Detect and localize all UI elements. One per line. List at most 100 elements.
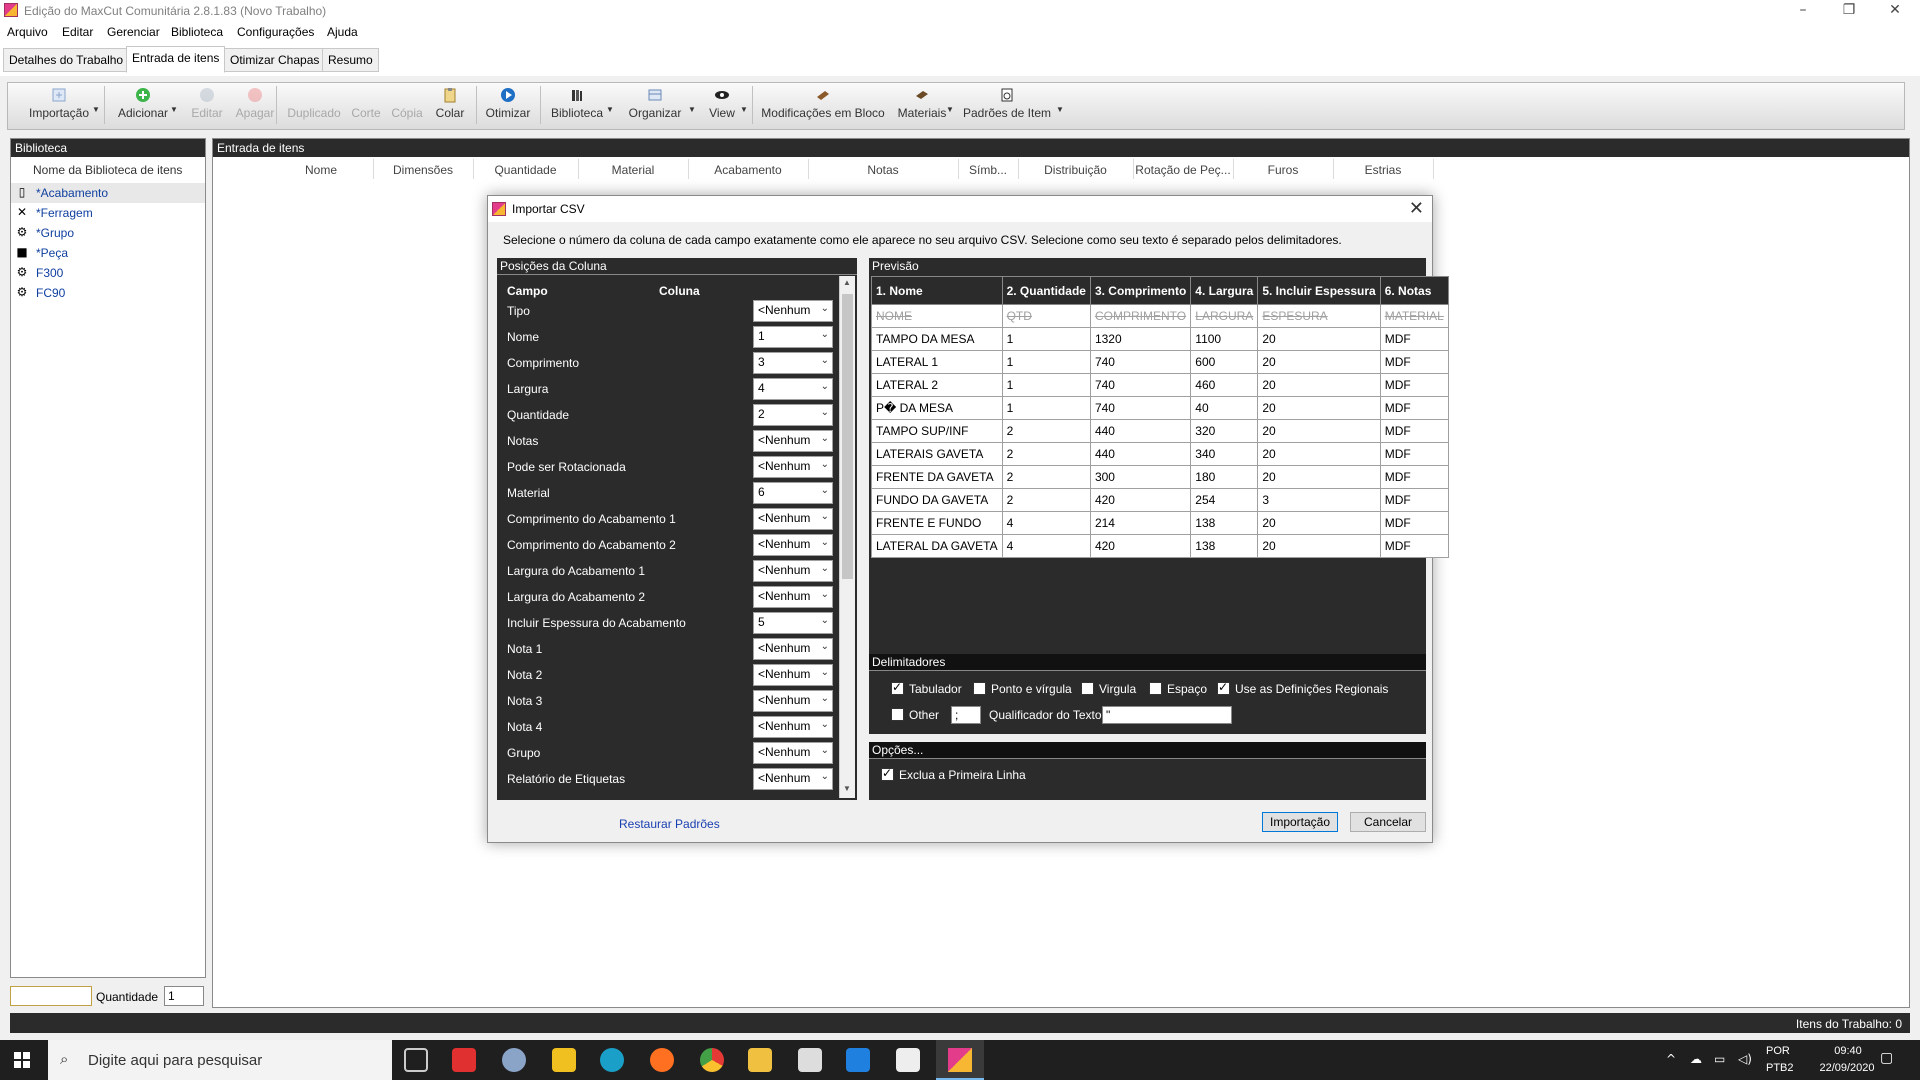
app-gear-icon[interactable] xyxy=(502,1048,526,1072)
column-select[interactable]: <Nenhum ⌄ xyxy=(753,300,833,322)
task-view-icon[interactable] xyxy=(404,1048,428,1072)
column-header-notes[interactable]: Notas xyxy=(808,163,958,177)
menu-arquivo[interactable]: Arquivo xyxy=(7,25,48,39)
column-select[interactable]: <Nenhum ⌄ xyxy=(753,508,833,530)
column-header-material[interactable]: Material xyxy=(578,163,688,177)
copy-button[interactable]: Cópia xyxy=(386,85,428,127)
import-button[interactable]: Importação xyxy=(18,85,100,127)
restore-defaults-link[interactable]: Restaurar Padrões xyxy=(619,817,720,831)
library-button[interactable]: Biblioteca xyxy=(544,85,610,127)
materials-dropdown-caret[interactable]: ▼ xyxy=(946,105,954,114)
file-explorer-icon[interactable] xyxy=(748,1048,772,1072)
regional-settings-checkbox[interactable] xyxy=(1217,680,1230,695)
column-select[interactable]: 5 ⌄ xyxy=(753,612,833,634)
column-select[interactable]: <Nenhum ⌄ xyxy=(753,638,833,660)
store-icon[interactable] xyxy=(798,1048,822,1072)
library-dropdown-caret[interactable]: ▼ xyxy=(606,105,614,114)
menu-configuracoes[interactable]: Configurações xyxy=(237,25,314,39)
other-delimiter-input[interactable]: ; xyxy=(951,706,981,724)
chrome-icon[interactable] xyxy=(700,1048,724,1072)
menu-biblioteca[interactable]: Biblioteca xyxy=(171,25,223,39)
cloud-icon[interactable]: ☁ xyxy=(1690,1052,1702,1066)
item-defaults-dropdown-caret[interactable]: ▼ xyxy=(1056,105,1064,114)
add-dropdown-caret[interactable]: ▼ xyxy=(170,105,178,114)
tab-delimiter-checkbox[interactable] xyxy=(891,680,904,695)
dialog-close-button[interactable]: ✕ xyxy=(1409,198,1424,219)
materials-button[interactable]: Materiais xyxy=(892,85,952,127)
view-dropdown-caret[interactable]: ▼ xyxy=(740,105,748,114)
paste-button[interactable]: Colar xyxy=(428,85,472,127)
volume-icon[interactable]: ◁) xyxy=(1738,1052,1752,1066)
column-select[interactable]: <Nenhum ⌄ xyxy=(753,430,833,452)
clock-date[interactable]: 22/09/2020 xyxy=(1812,1062,1882,1074)
keyboard-layout[interactable]: PTB2 xyxy=(1766,1062,1794,1074)
notifications-icon[interactable]: ▢ xyxy=(1880,1050,1893,1066)
network-icon[interactable]: ▭ xyxy=(1714,1052,1725,1066)
organize-dropdown-caret[interactable]: ▼ xyxy=(688,105,696,114)
column-header-symbol[interactable]: Símb... xyxy=(958,163,1018,177)
taskbar-search-box[interactable]: ⌕ Digite aqui para pesquisar xyxy=(48,1040,392,1080)
column-select[interactable]: 6 ⌄ xyxy=(753,482,833,504)
library-column-header[interactable]: Nome da Biblioteca de itens xyxy=(33,163,182,177)
exclude-first-line-checkbox[interactable] xyxy=(881,766,894,781)
import-button[interactable]: Importação xyxy=(1262,812,1338,832)
library-item[interactable]: ▯ *Acabamento xyxy=(11,183,205,203)
restore-button[interactable]: ❐ xyxy=(1826,0,1872,22)
column-select[interactable]: <Nenhum ⌄ xyxy=(753,768,833,790)
edge-icon[interactable] xyxy=(600,1048,624,1072)
optimize-button[interactable]: Otimizar xyxy=(480,85,536,127)
column-select[interactable]: <Nenhum ⌄ xyxy=(753,690,833,712)
column-header-distribution[interactable]: Distribuição xyxy=(1018,163,1133,177)
maxcut-taskbar-button[interactable] xyxy=(936,1040,984,1080)
organize-button[interactable]: Organizar xyxy=(620,85,690,127)
space-delimiter-checkbox[interactable] xyxy=(1149,682,1162,695)
import-dropdown-caret[interactable]: ▼ xyxy=(92,105,100,114)
duplicate-button[interactable]: Duplicado xyxy=(282,85,346,127)
column-select[interactable]: <Nenhum ⌄ xyxy=(753,716,833,738)
column-select[interactable]: <Nenhum ⌄ xyxy=(753,560,833,582)
windows-start-icon[interactable] xyxy=(14,1052,30,1068)
library-item[interactable]: ■ *Peça xyxy=(11,243,205,263)
tab-optimize-sheets[interactable]: Otimizar Chapas xyxy=(224,48,326,72)
column-select[interactable]: 4 ⌄ xyxy=(753,378,833,400)
column-header-grooves[interactable]: Estrias xyxy=(1333,163,1433,177)
edit-button[interactable]: Editar xyxy=(184,85,230,127)
column-select[interactable]: <Nenhum ⌄ xyxy=(753,586,833,608)
other-delimiter-checkbox[interactable] xyxy=(891,708,904,721)
column-header-dimensions[interactable]: Dimensões xyxy=(373,163,473,177)
chevron-up-icon[interactable]: ^ xyxy=(1666,1052,1676,1066)
library-item[interactable]: ⚙ F300 xyxy=(11,263,205,283)
firefox-icon[interactable] xyxy=(650,1048,674,1072)
column-header-holes[interactable]: Furos xyxy=(1233,163,1333,177)
cancel-button[interactable]: Cancelar xyxy=(1350,812,1426,832)
minimize-button[interactable]: – xyxy=(1780,0,1826,22)
field-list-scrollbar[interactable]: ▲ ▼ xyxy=(839,276,855,798)
scrollbar-thumb[interactable] xyxy=(842,294,853,579)
menu-editar[interactable]: Editar xyxy=(62,25,93,39)
library-item[interactable]: ⚙ FC90 xyxy=(11,283,205,303)
column-select[interactable]: 2 ⌄ xyxy=(753,404,833,426)
envelope-icon[interactable] xyxy=(896,1048,920,1072)
menu-gerenciar[interactable]: Gerenciar xyxy=(107,25,160,39)
column-select[interactable]: <Nenhum ⌄ xyxy=(753,664,833,686)
tab-job-details[interactable]: Detalhes do Trabalho xyxy=(3,48,130,72)
column-header-finish[interactable]: Acabamento xyxy=(688,163,808,177)
scroll-up-icon[interactable]: ▲ xyxy=(843,278,851,287)
column-header-name[interactable]: Nome xyxy=(261,163,381,177)
item-search-input[interactable] xyxy=(10,986,92,1006)
semicolon-delimiter-checkbox[interactable] xyxy=(973,682,986,695)
scroll-down-icon[interactable]: ▼ xyxy=(843,784,851,793)
input-language[interactable]: POR xyxy=(1766,1045,1790,1057)
column-select[interactable]: 3 ⌄ xyxy=(753,352,833,374)
app-red-icon[interactable] xyxy=(452,1048,476,1072)
column-header-quantity[interactable]: Quantidade xyxy=(473,163,578,177)
column-select[interactable]: <Nenhum ⌄ xyxy=(753,456,833,478)
item-defaults-button[interactable]: Padrões de Item xyxy=(958,85,1056,127)
bulk-modifications-button[interactable]: Modificações em Bloco xyxy=(756,85,890,127)
mail-icon[interactable] xyxy=(846,1048,870,1072)
app-shield-icon[interactable] xyxy=(552,1048,576,1072)
menu-ajuda[interactable]: Ajuda xyxy=(327,25,358,39)
quantity-input[interactable]: 1 xyxy=(164,986,204,1006)
text-qualifier-input[interactable]: " xyxy=(1102,706,1232,724)
tab-summary[interactable]: Resumo xyxy=(322,48,379,72)
